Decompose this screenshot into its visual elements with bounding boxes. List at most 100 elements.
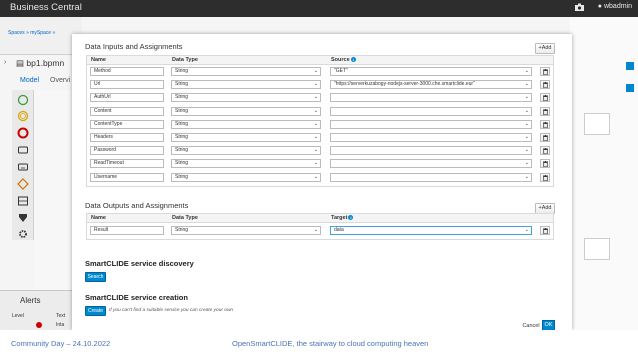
info-icon[interactable]: i bbox=[348, 215, 354, 221]
delete-row-button[interactable] bbox=[540, 80, 550, 90]
input-type-select[interactable]: String ⌄ bbox=[171, 146, 321, 156]
output-type-select[interactable]: String ⌄ bbox=[171, 226, 321, 235]
input-type-value: String bbox=[175, 173, 189, 180]
input-type-select[interactable]: String ⌄ bbox=[171, 67, 321, 76]
task-icon[interactable] bbox=[17, 144, 29, 156]
input-source-select[interactable]: "https://serverkuzabogy-nodejs-server-30… bbox=[330, 80, 532, 90]
input-type-select[interactable]: String ⌄ bbox=[171, 119, 321, 129]
input-name-field[interactable]: Headers bbox=[90, 133, 164, 142]
input-name-field[interactable]: ReadTimeout bbox=[90, 159, 164, 169]
input-source-select[interactable]: ⌄ bbox=[330, 93, 532, 103]
outputs-table-header bbox=[87, 214, 553, 223]
col-name: Name bbox=[91, 57, 106, 63]
chevron-down-icon: ⌄ bbox=[524, 107, 529, 114]
col-source: Source i bbox=[331, 57, 356, 63]
start-event-icon[interactable] bbox=[17, 94, 29, 106]
inputs-table-header bbox=[87, 56, 553, 65]
input-name-field[interactable]: Password bbox=[90, 146, 164, 156]
chevron-down-icon: ⌄ bbox=[313, 81, 318, 88]
input-type-select[interactable]: String ⌄ bbox=[171, 172, 321, 182]
input-source-select[interactable]: ⌄ bbox=[330, 146, 532, 156]
file-title: ▤ bp1.bpmn bbox=[16, 58, 64, 69]
input-name-field[interactable]: Username bbox=[90, 172, 164, 182]
alerts-title: Alerts bbox=[20, 296, 41, 305]
info-icon[interactable]: i bbox=[350, 57, 356, 63]
delete-row-button[interactable] bbox=[540, 106, 550, 116]
input-source-select[interactable]: ⌄ bbox=[330, 172, 532, 182]
breadcrumb[interactable]: Spaces » mySpace » bbox=[8, 30, 55, 36]
delete-row-button[interactable] bbox=[540, 67, 550, 76]
artifact-icon[interactable] bbox=[17, 212, 29, 224]
delete-row-button[interactable] bbox=[540, 226, 550, 235]
delete-row-button[interactable] bbox=[540, 172, 550, 182]
input-source-value: "https://serverkuzabogy-nodejs-server-30… bbox=[334, 81, 475, 88]
user-name: wbadmin bbox=[603, 3, 632, 10]
chevron-down-icon: ⌄ bbox=[313, 147, 318, 154]
input-type-select[interactable]: String ⌄ bbox=[171, 133, 321, 142]
end-event-icon[interactable] bbox=[17, 127, 29, 139]
app-title: Business Central bbox=[10, 2, 82, 13]
input-name-field[interactable]: AuthUrl bbox=[90, 93, 164, 103]
input-name-field[interactable]: ContentType bbox=[90, 119, 164, 129]
input-type-select[interactable]: String ⌄ bbox=[171, 106, 321, 116]
delete-row-button[interactable] bbox=[540, 119, 550, 129]
camera-icon[interactable] bbox=[575, 3, 584, 11]
tab-overview[interactable]: Overvi bbox=[50, 77, 70, 84]
lane-icon[interactable] bbox=[17, 195, 29, 207]
gateway-icon[interactable] bbox=[17, 178, 29, 190]
chevron-down-icon: ⌄ bbox=[524, 227, 529, 233]
input-source-select[interactable]: ⌄ bbox=[330, 106, 532, 116]
alerts-col-level: Level bbox=[12, 313, 24, 319]
properties-textarea[interactable] bbox=[584, 113, 610, 135]
search-button[interactable]: Search bbox=[85, 272, 106, 282]
create-button[interactable]: Create bbox=[85, 306, 106, 316]
input-source-select[interactable]: ⌄ bbox=[330, 159, 532, 169]
user-menu[interactable]: ● wbadmin bbox=[598, 3, 632, 10]
output-target-select[interactable]: data ⌄ bbox=[330, 226, 532, 235]
chevron-down-icon: ⌄ bbox=[524, 94, 529, 101]
discovery-title: SmartCLIDE service discovery bbox=[85, 259, 194, 268]
chevron-down-icon: ⌄ bbox=[524, 147, 529, 154]
subprocess-icon[interactable] bbox=[17, 161, 29, 173]
input-name-field[interactable]: Url bbox=[90, 80, 164, 90]
breadcrumb-area bbox=[0, 17, 82, 55]
input-source-select[interactable]: "GET" ⌄ bbox=[330, 67, 532, 76]
panel-toggle-button[interactable] bbox=[626, 62, 634, 70]
chevron-down-icon: ⌄ bbox=[313, 160, 318, 167]
input-type-select[interactable]: String ⌄ bbox=[171, 159, 321, 169]
col-source-label: Source bbox=[331, 57, 350, 63]
input-type-value: String bbox=[175, 81, 189, 88]
properties-textarea[interactable] bbox=[584, 238, 610, 260]
chevron-down-icon: ⌄ bbox=[524, 81, 529, 88]
chevron-down-icon: ⌄ bbox=[524, 120, 529, 127]
tab-model[interactable]: Model bbox=[20, 77, 39, 84]
footer-date: Community Day – 24.10.2022 bbox=[11, 339, 111, 348]
panel-toggle-button[interactable] bbox=[626, 84, 634, 92]
chevron-down-icon: ⌄ bbox=[524, 134, 529, 140]
input-type-value: String bbox=[175, 134, 189, 140]
input-type-value: String bbox=[175, 68, 189, 74]
output-name-field[interactable]: Result bbox=[90, 226, 164, 235]
input-name-field[interactable]: Content bbox=[90, 106, 164, 116]
document-icon: ▤ bbox=[16, 58, 27, 68]
delete-row-button[interactable] bbox=[540, 159, 550, 169]
input-name-field[interactable]: Method bbox=[90, 67, 164, 76]
add-input-button[interactable]: +Add bbox=[535, 43, 555, 54]
delete-row-button[interactable] bbox=[540, 93, 550, 103]
screen: Business Central ● wbadmin Spaces » mySp… bbox=[0, 0, 638, 359]
top-bar bbox=[0, 0, 638, 17]
input-source-select[interactable]: ⌄ bbox=[330, 133, 532, 142]
input-type-select[interactable]: String ⌄ bbox=[171, 93, 321, 103]
intermediate-event-icon[interactable] bbox=[17, 110, 29, 122]
input-type-select[interactable]: String ⌄ bbox=[171, 80, 321, 90]
input-type-value: String bbox=[175, 94, 189, 101]
delete-row-button[interactable] bbox=[540, 133, 550, 142]
col-data-type: Data Type bbox=[172, 57, 198, 63]
input-source-select[interactable]: ⌄ bbox=[330, 119, 532, 129]
delete-row-button[interactable] bbox=[540, 146, 550, 156]
chevron-right-icon[interactable]: › bbox=[4, 59, 6, 66]
service-task-icon[interactable] bbox=[17, 228, 29, 240]
chevron-down-icon: ⌄ bbox=[313, 107, 318, 114]
chevron-down-icon: ⌄ bbox=[313, 227, 318, 233]
file-name: bp1.bpmn bbox=[26, 58, 65, 68]
